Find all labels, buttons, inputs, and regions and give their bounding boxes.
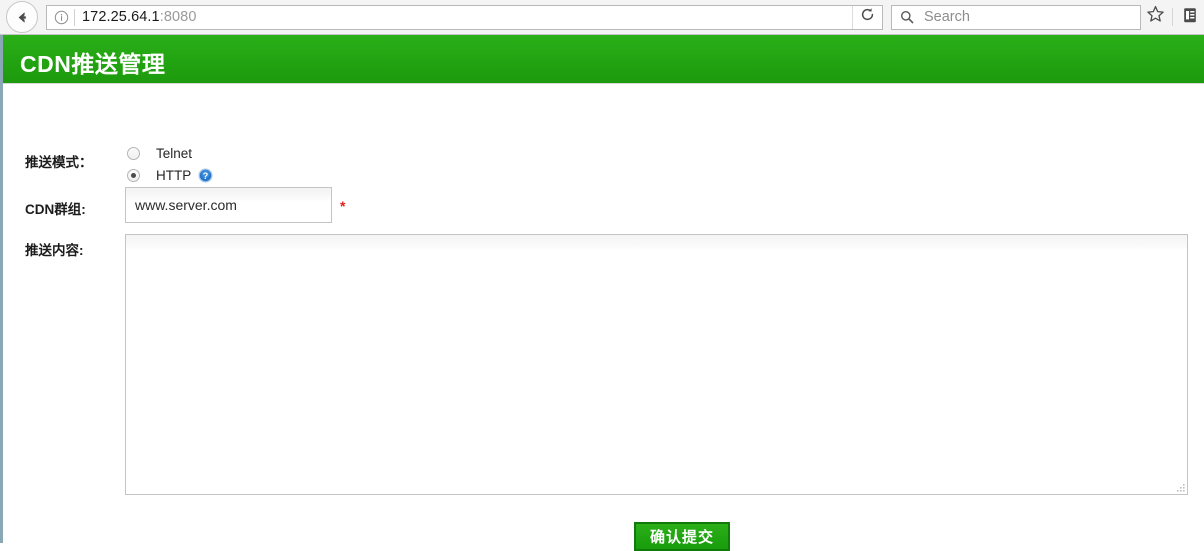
library-icon: [1181, 6, 1199, 29]
url-separator: [74, 8, 75, 26]
radio-option-http[interactable]: HTTP ?: [127, 165, 213, 186]
url-host: 172.25.64.1: [82, 9, 160, 25]
library-button[interactable]: [1176, 2, 1204, 32]
radio-http-label: HTTP: [156, 168, 192, 183]
radio-http[interactable]: [127, 169, 140, 182]
info-circle-icon[interactable]: [50, 6, 72, 28]
app-header: CDN推送管理: [3, 35, 1204, 84]
url-text: 172.25.64.1:8080: [82, 9, 852, 25]
reload-icon: [860, 7, 875, 27]
help-circle-icon[interactable]: ?: [198, 168, 213, 183]
star-icon: [1146, 5, 1165, 29]
search-icon: [896, 6, 918, 28]
radio-option-telnet[interactable]: Telnet: [127, 143, 213, 164]
push-mode-radio-group: Telnet HTTP ?: [127, 143, 213, 186]
page-title: CDN推送管理: [20, 51, 166, 77]
search-bar[interactable]: [891, 4, 1141, 30]
toolbar-separator: [1172, 8, 1173, 26]
cdn-group-input[interactable]: [125, 187, 332, 223]
browser-toolbar: 172.25.64.1:8080: [0, 0, 1204, 35]
page-content: CDN推送管理 推送模式： Telnet HTTP ? CDN群组: www.s…: [0, 35, 1204, 551]
textarea-resize-handle[interactable]: [1174, 481, 1187, 494]
search-input[interactable]: [918, 9, 1124, 25]
url-port: :8080: [159, 9, 197, 25]
cdn-group-label: CDN群组:: [25, 202, 86, 217]
radio-telnet-label: Telnet: [156, 146, 193, 161]
push-mode-label: 推送模式：: [25, 155, 93, 170]
url-bar[interactable]: 172.25.64.1:8080: [46, 4, 883, 30]
back-arrow-icon: [14, 9, 31, 26]
push-content-textarea[interactable]: [125, 234, 1188, 495]
svg-text:?: ?: [203, 171, 209, 181]
cdn-group-required-mark: *: [340, 198, 346, 214]
radio-telnet[interactable]: [127, 147, 140, 160]
back-button[interactable]: [6, 1, 38, 33]
push-content-label: 推送内容:: [25, 243, 84, 258]
reload-button[interactable]: [852, 5, 881, 29]
bookmark-button[interactable]: [1141, 2, 1169, 32]
submit-button[interactable]: 确认提交: [634, 522, 730, 551]
